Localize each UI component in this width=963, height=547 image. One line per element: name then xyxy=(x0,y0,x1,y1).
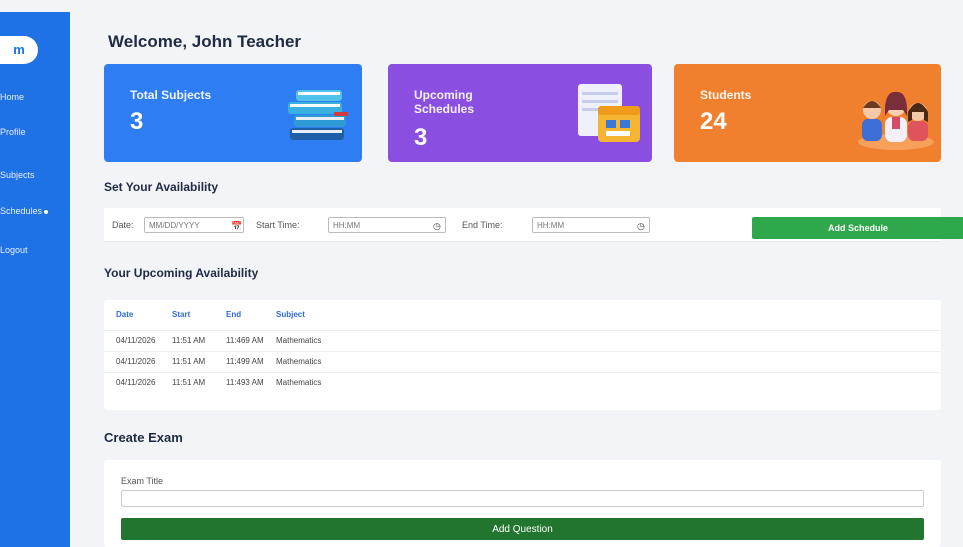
cell-end: 11:499 AM xyxy=(214,350,264,372)
column-header-date: Date xyxy=(116,310,134,320)
end-time-label: End Time: xyxy=(462,220,503,230)
cell-date: 04/11/2026 xyxy=(104,350,160,372)
date-input[interactable]: MM/DD/YYYY 📅 xyxy=(144,217,244,233)
cell-date: 04/11/2026 xyxy=(104,329,160,351)
column-header-subject: Subject xyxy=(276,310,305,320)
start-time-placeholder: HH:MM xyxy=(333,221,361,230)
cell-start: 11:51 AM xyxy=(160,371,214,393)
students-icon xyxy=(858,91,934,150)
sidebar: m Home Profile Subjects Schedules Logout xyxy=(0,12,70,547)
card-title: Upcoming Schedules xyxy=(414,88,475,116)
active-indicator xyxy=(44,209,49,214)
card-value: 3 xyxy=(414,124,428,151)
availability-table-card: Date Start End Subject 04/11/2026 11:51 … xyxy=(104,300,941,410)
clock-icon[interactable]: ◷ xyxy=(433,221,441,232)
sidebar-item-profile[interactable]: Profile xyxy=(0,127,26,137)
start-time-input[interactable]: HH:MM ◷ xyxy=(328,217,446,233)
availability-form: Date: MM/DD/YYYY 📅 Start Time: HH:MM ◷ E… xyxy=(104,208,963,242)
books-icon xyxy=(288,90,348,140)
table-row: 04/11/2026 11:51 AM 11:469 AM Mathematic… xyxy=(104,329,941,351)
exam-title-label: Exam Title xyxy=(121,476,164,486)
students-card: Students 24 xyxy=(674,64,941,162)
sidebar-item-label: Schedules xyxy=(0,206,43,216)
main-content: Welcome, John Teacher Total Subjects 3 U… xyxy=(70,0,963,547)
cell-end: 11:469 AM xyxy=(214,329,264,351)
table-header-row: Date Start End Subject xyxy=(104,300,941,330)
card-value: 24 xyxy=(700,108,727,135)
sidebar-item-logout[interactable]: Logout xyxy=(0,245,28,255)
exam-title-input[interactable] xyxy=(121,490,924,507)
cell-date: 04/11/2026 xyxy=(104,371,160,393)
cell-start: 11:51 AM xyxy=(160,329,214,351)
calendar-picker-icon[interactable]: 📅 xyxy=(231,221,242,232)
availability-table: Date Start End Subject 04/11/2026 11:51 … xyxy=(104,300,941,393)
create-exam-form: Exam Title Add Question xyxy=(104,460,941,547)
card-value: 3 xyxy=(130,108,144,135)
column-header-start: Start xyxy=(172,310,191,320)
card-title: Students xyxy=(700,88,752,102)
upcoming-schedules-card: Upcoming Schedules 3 xyxy=(388,64,652,162)
end-time-input[interactable]: HH:MM ◷ xyxy=(532,217,650,233)
total-subjects-card: Total Subjects 3 xyxy=(104,64,362,162)
cell-start: 11:51 AM xyxy=(160,350,214,372)
cell-subject: Mathematics xyxy=(264,350,941,372)
sidebar-item-home[interactable]: Home xyxy=(0,92,24,102)
cell-subject: Mathematics xyxy=(264,371,941,393)
start-time-label: Start Time: xyxy=(256,220,300,230)
availability-section-title: Set Your Availability xyxy=(104,180,219,194)
cell-subject: Mathematics xyxy=(264,329,941,351)
app-logo[interactable]: m xyxy=(0,36,38,64)
date-label: Date: xyxy=(112,220,134,230)
end-time-placeholder: HH:MM xyxy=(537,221,565,230)
sidebar-item-subjects[interactable]: Subjects xyxy=(0,170,35,180)
add-schedule-button[interactable]: Add Schedule xyxy=(752,217,963,239)
page-title: Welcome, John Teacher xyxy=(108,32,302,51)
add-question-button[interactable]: Add Question xyxy=(121,518,924,540)
table-row: 04/11/2026 11:51 AM 11:493 AM Mathematic… xyxy=(104,371,941,393)
column-header-end: End xyxy=(226,310,242,320)
card-title: Total Subjects xyxy=(130,88,212,102)
clock-icon[interactable]: ◷ xyxy=(637,221,645,232)
cell-end: 11:493 AM xyxy=(214,371,264,393)
date-placeholder: MM/DD/YYYY xyxy=(149,221,200,230)
sidebar-item-schedules[interactable]: Schedules xyxy=(0,206,49,216)
upcoming-section-title: Your Upcoming Availability xyxy=(104,266,259,280)
table-row: 04/11/2026 11:51 AM 11:499 AM Mathematic… xyxy=(104,350,941,372)
calendar-icon xyxy=(578,84,640,142)
create-exam-title: Create Exam xyxy=(104,430,183,445)
